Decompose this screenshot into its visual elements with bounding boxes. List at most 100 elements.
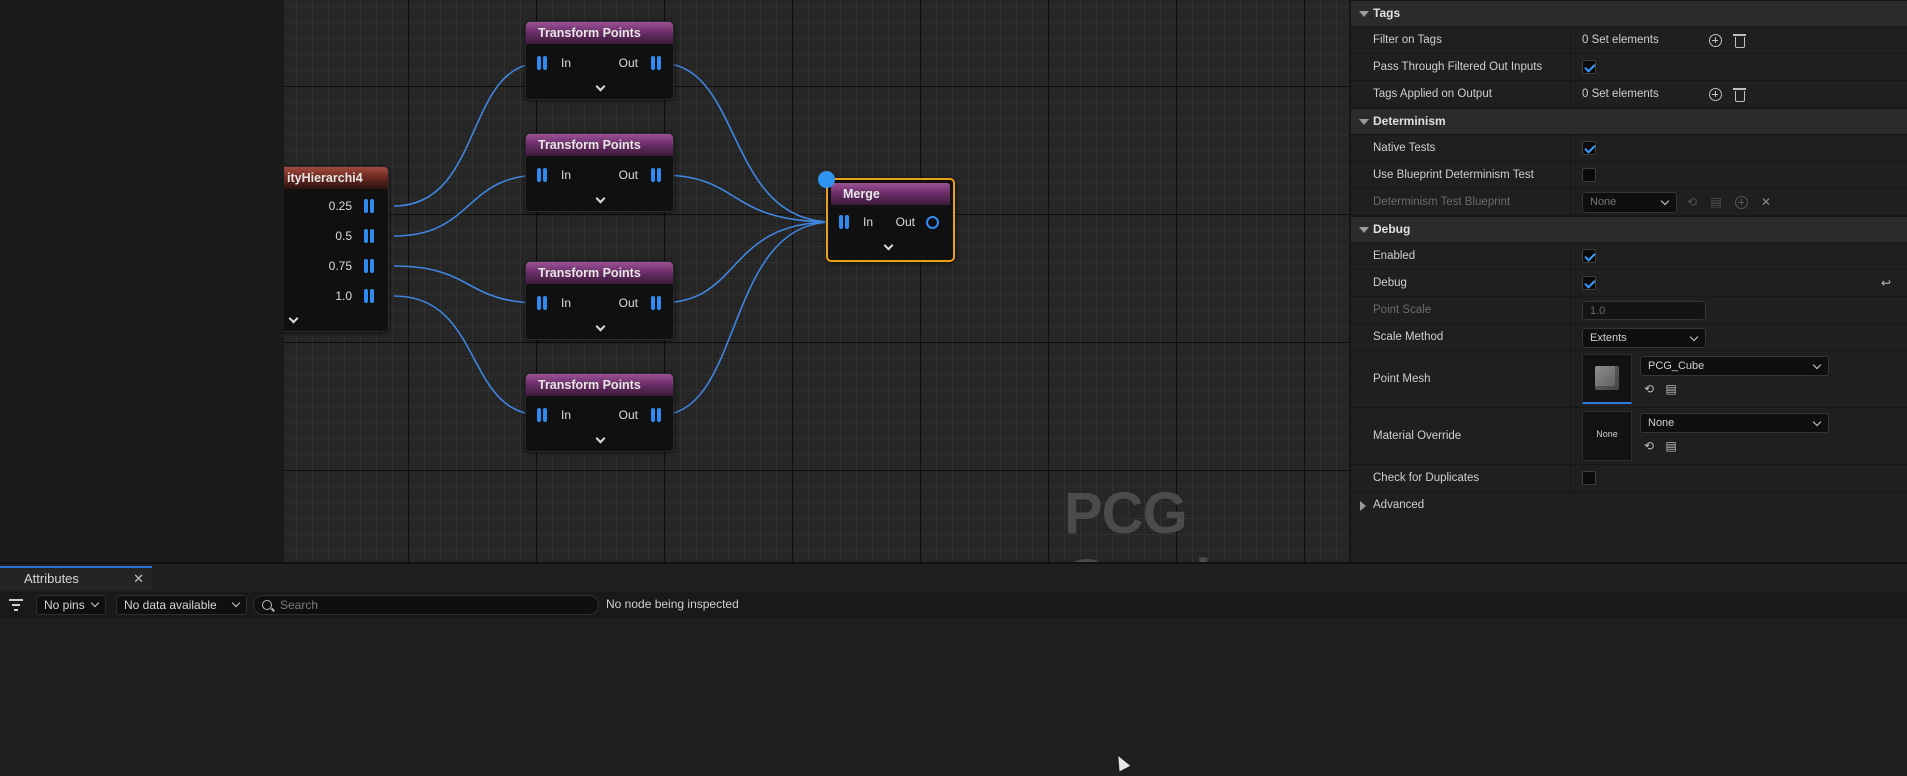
pin-label-in: In bbox=[863, 215, 874, 229]
material-override-dropdown[interactable]: None bbox=[1640, 413, 1829, 433]
property-row-filter-on-tags: Filter on Tags 0 Set elements bbox=[1351, 27, 1907, 54]
input-value: 1.0 bbox=[1590, 305, 1606, 317]
details-panel: Tags Filter on Tags 0 Set elements Pass … bbox=[1349, 0, 1907, 562]
chevron-down-icon[interactable] bbox=[287, 315, 299, 325]
input-pin-icon[interactable] bbox=[839, 215, 850, 229]
hierarchy-node[interactable]: ityHierarchi4 0.25 0.5 0.75 1.0 bbox=[284, 166, 389, 332]
browse-back-icon[interactable]: ⟲ bbox=[1685, 195, 1699, 209]
pin-label-out: Out bbox=[895, 215, 915, 229]
point-scale-input[interactable]: 1.0 bbox=[1582, 301, 1706, 320]
point-mesh-dropdown[interactable]: PCG_Cube bbox=[1640, 356, 1829, 376]
transform-points-node[interactable]: Transform Points In Out bbox=[525, 373, 674, 452]
property-label: Pass Through Filtered Out Inputs bbox=[1373, 61, 1543, 73]
trash-icon[interactable] bbox=[1733, 88, 1746, 102]
graph-wires bbox=[393, 62, 834, 416]
section-header-advanced[interactable]: Advanced bbox=[1351, 492, 1907, 519]
section-title: Debug bbox=[1373, 222, 1411, 236]
add-element-icon[interactable] bbox=[1709, 88, 1722, 101]
close-icon[interactable]: ✕ bbox=[133, 568, 144, 589]
folder-browse-icon[interactable]: ▤ bbox=[1709, 195, 1723, 209]
hierarchy-node-title: ityHierarchi4 bbox=[284, 167, 388, 189]
output-pin-icon[interactable] bbox=[364, 289, 375, 303]
chevron-down-icon[interactable] bbox=[882, 242, 894, 252]
output-pin-icon[interactable] bbox=[364, 229, 375, 243]
use-selected-icon[interactable]: ⟲ bbox=[1642, 439, 1656, 453]
mesh-thumbnail[interactable] bbox=[1582, 354, 1632, 404]
scale-method-dropdown[interactable]: Extents bbox=[1582, 328, 1706, 348]
wire bbox=[659, 174, 834, 223]
browse-icon[interactable]: ▤ bbox=[1664, 382, 1678, 396]
clear-icon[interactable]: ✕ bbox=[1759, 195, 1773, 209]
pin-label-in: In bbox=[561, 168, 572, 182]
tab-attributes[interactable]: Attributes ✕ bbox=[0, 566, 152, 590]
property-row-determinism-test-blueprint: Determinism Test Blueprint None ⟲ ▤ ✕ bbox=[1351, 189, 1907, 216]
search-input[interactable]: Search bbox=[253, 595, 599, 615]
material-thumbnail[interactable]: None bbox=[1582, 411, 1632, 461]
property-value: 0 Set elements bbox=[1582, 88, 1659, 100]
dropdown-value: Extents bbox=[1590, 332, 1627, 344]
chevron-down-icon[interactable] bbox=[594, 195, 606, 205]
input-pin-icon[interactable] bbox=[537, 408, 548, 422]
blueprint-determinism-checkbox[interactable] bbox=[1582, 168, 1596, 182]
output-pin-icon[interactable] bbox=[926, 216, 939, 229]
collapse-arrow-icon[interactable] bbox=[1359, 119, 1369, 125]
transform-points-node[interactable]: Transform Points In Out bbox=[525, 133, 674, 212]
property-row-debug: Debug ↩ bbox=[1351, 270, 1907, 297]
merge-node[interactable]: Merge In Out bbox=[826, 178, 955, 262]
output-pin-icon[interactable] bbox=[651, 168, 662, 182]
output-pin-icon[interactable] bbox=[651, 408, 662, 422]
chevron-down-icon bbox=[231, 598, 241, 608]
determinism-blueprint-dropdown[interactable]: None bbox=[1582, 192, 1677, 213]
pin-label-out: Out bbox=[618, 296, 638, 310]
chevron-down-icon[interactable] bbox=[594, 83, 606, 93]
cube-icon bbox=[1595, 366, 1619, 390]
collapse-arrow-icon[interactable] bbox=[1359, 227, 1369, 233]
filter-icon[interactable] bbox=[9, 599, 23, 611]
output-pin-icon[interactable] bbox=[651, 296, 662, 310]
output-pin-icon[interactable] bbox=[364, 259, 375, 273]
section-header-debug[interactable]: Debug bbox=[1351, 216, 1907, 243]
node-title: Transform Points bbox=[526, 134, 673, 156]
collapse-arrow-icon[interactable] bbox=[1359, 11, 1369, 17]
section-title: Tags bbox=[1373, 6, 1401, 20]
output-pin-icon[interactable] bbox=[364, 199, 375, 213]
input-pin-icon[interactable] bbox=[537, 296, 548, 310]
node-title: Merge bbox=[831, 183, 950, 205]
debug-checkbox[interactable] bbox=[1582, 276, 1596, 290]
check-duplicates-checkbox[interactable] bbox=[1582, 471, 1596, 485]
output-pin-icon[interactable] bbox=[651, 56, 662, 70]
property-label: Filter on Tags bbox=[1373, 34, 1442, 46]
dropdown-value: No pins bbox=[44, 598, 85, 612]
debug-dot-icon[interactable] bbox=[818, 171, 835, 188]
chevron-down-icon[interactable] bbox=[594, 323, 606, 333]
property-row-check-duplicates: Check for Duplicates bbox=[1351, 465, 1907, 492]
expand-arrow-icon[interactable] bbox=[1360, 501, 1366, 511]
pass-through-checkbox[interactable] bbox=[1582, 60, 1596, 74]
property-label: Material Override bbox=[1373, 430, 1462, 442]
add-icon[interactable] bbox=[1735, 196, 1748, 209]
browse-icon[interactable]: ▤ bbox=[1664, 439, 1678, 453]
add-element-icon[interactable] bbox=[1709, 34, 1722, 47]
property-row-blueprint-determinism: Use Blueprint Determinism Test bbox=[1351, 162, 1907, 189]
input-pin-icon[interactable] bbox=[537, 56, 548, 70]
section-header-determinism[interactable]: Determinism bbox=[1351, 108, 1907, 135]
property-row-native-tests: Native Tests bbox=[1351, 135, 1907, 162]
data-dropdown[interactable]: No data available bbox=[116, 595, 247, 615]
section-header-tags[interactable]: Tags bbox=[1351, 0, 1907, 27]
transform-points-node[interactable]: Transform Points In Out bbox=[525, 261, 674, 340]
input-pin-icon[interactable] bbox=[537, 168, 548, 182]
native-tests-checkbox[interactable] bbox=[1582, 141, 1596, 155]
chevron-down-icon[interactable] bbox=[594, 435, 606, 445]
enabled-checkbox[interactable] bbox=[1582, 249, 1596, 263]
graph-watermark: PCG Graph bbox=[1064, 481, 1231, 562]
transform-points-node[interactable]: Transform Points In Out bbox=[525, 21, 674, 100]
property-label: Native Tests bbox=[1373, 142, 1436, 154]
pin-label-out: Out bbox=[618, 168, 638, 182]
use-selected-icon[interactable]: ⟲ bbox=[1642, 382, 1656, 396]
trash-icon[interactable] bbox=[1733, 34, 1746, 48]
pin-label-out: Out bbox=[618, 56, 638, 70]
reset-to-default-icon[interactable]: ↩ bbox=[1879, 276, 1893, 290]
pcg-graph-editor[interactable]: ityHierarchi4 0.25 0.5 0.75 1.0 Transfor… bbox=[284, 0, 1349, 562]
pins-dropdown[interactable]: No pins bbox=[36, 595, 106, 615]
property-label: Point Mesh bbox=[1373, 373, 1431, 385]
